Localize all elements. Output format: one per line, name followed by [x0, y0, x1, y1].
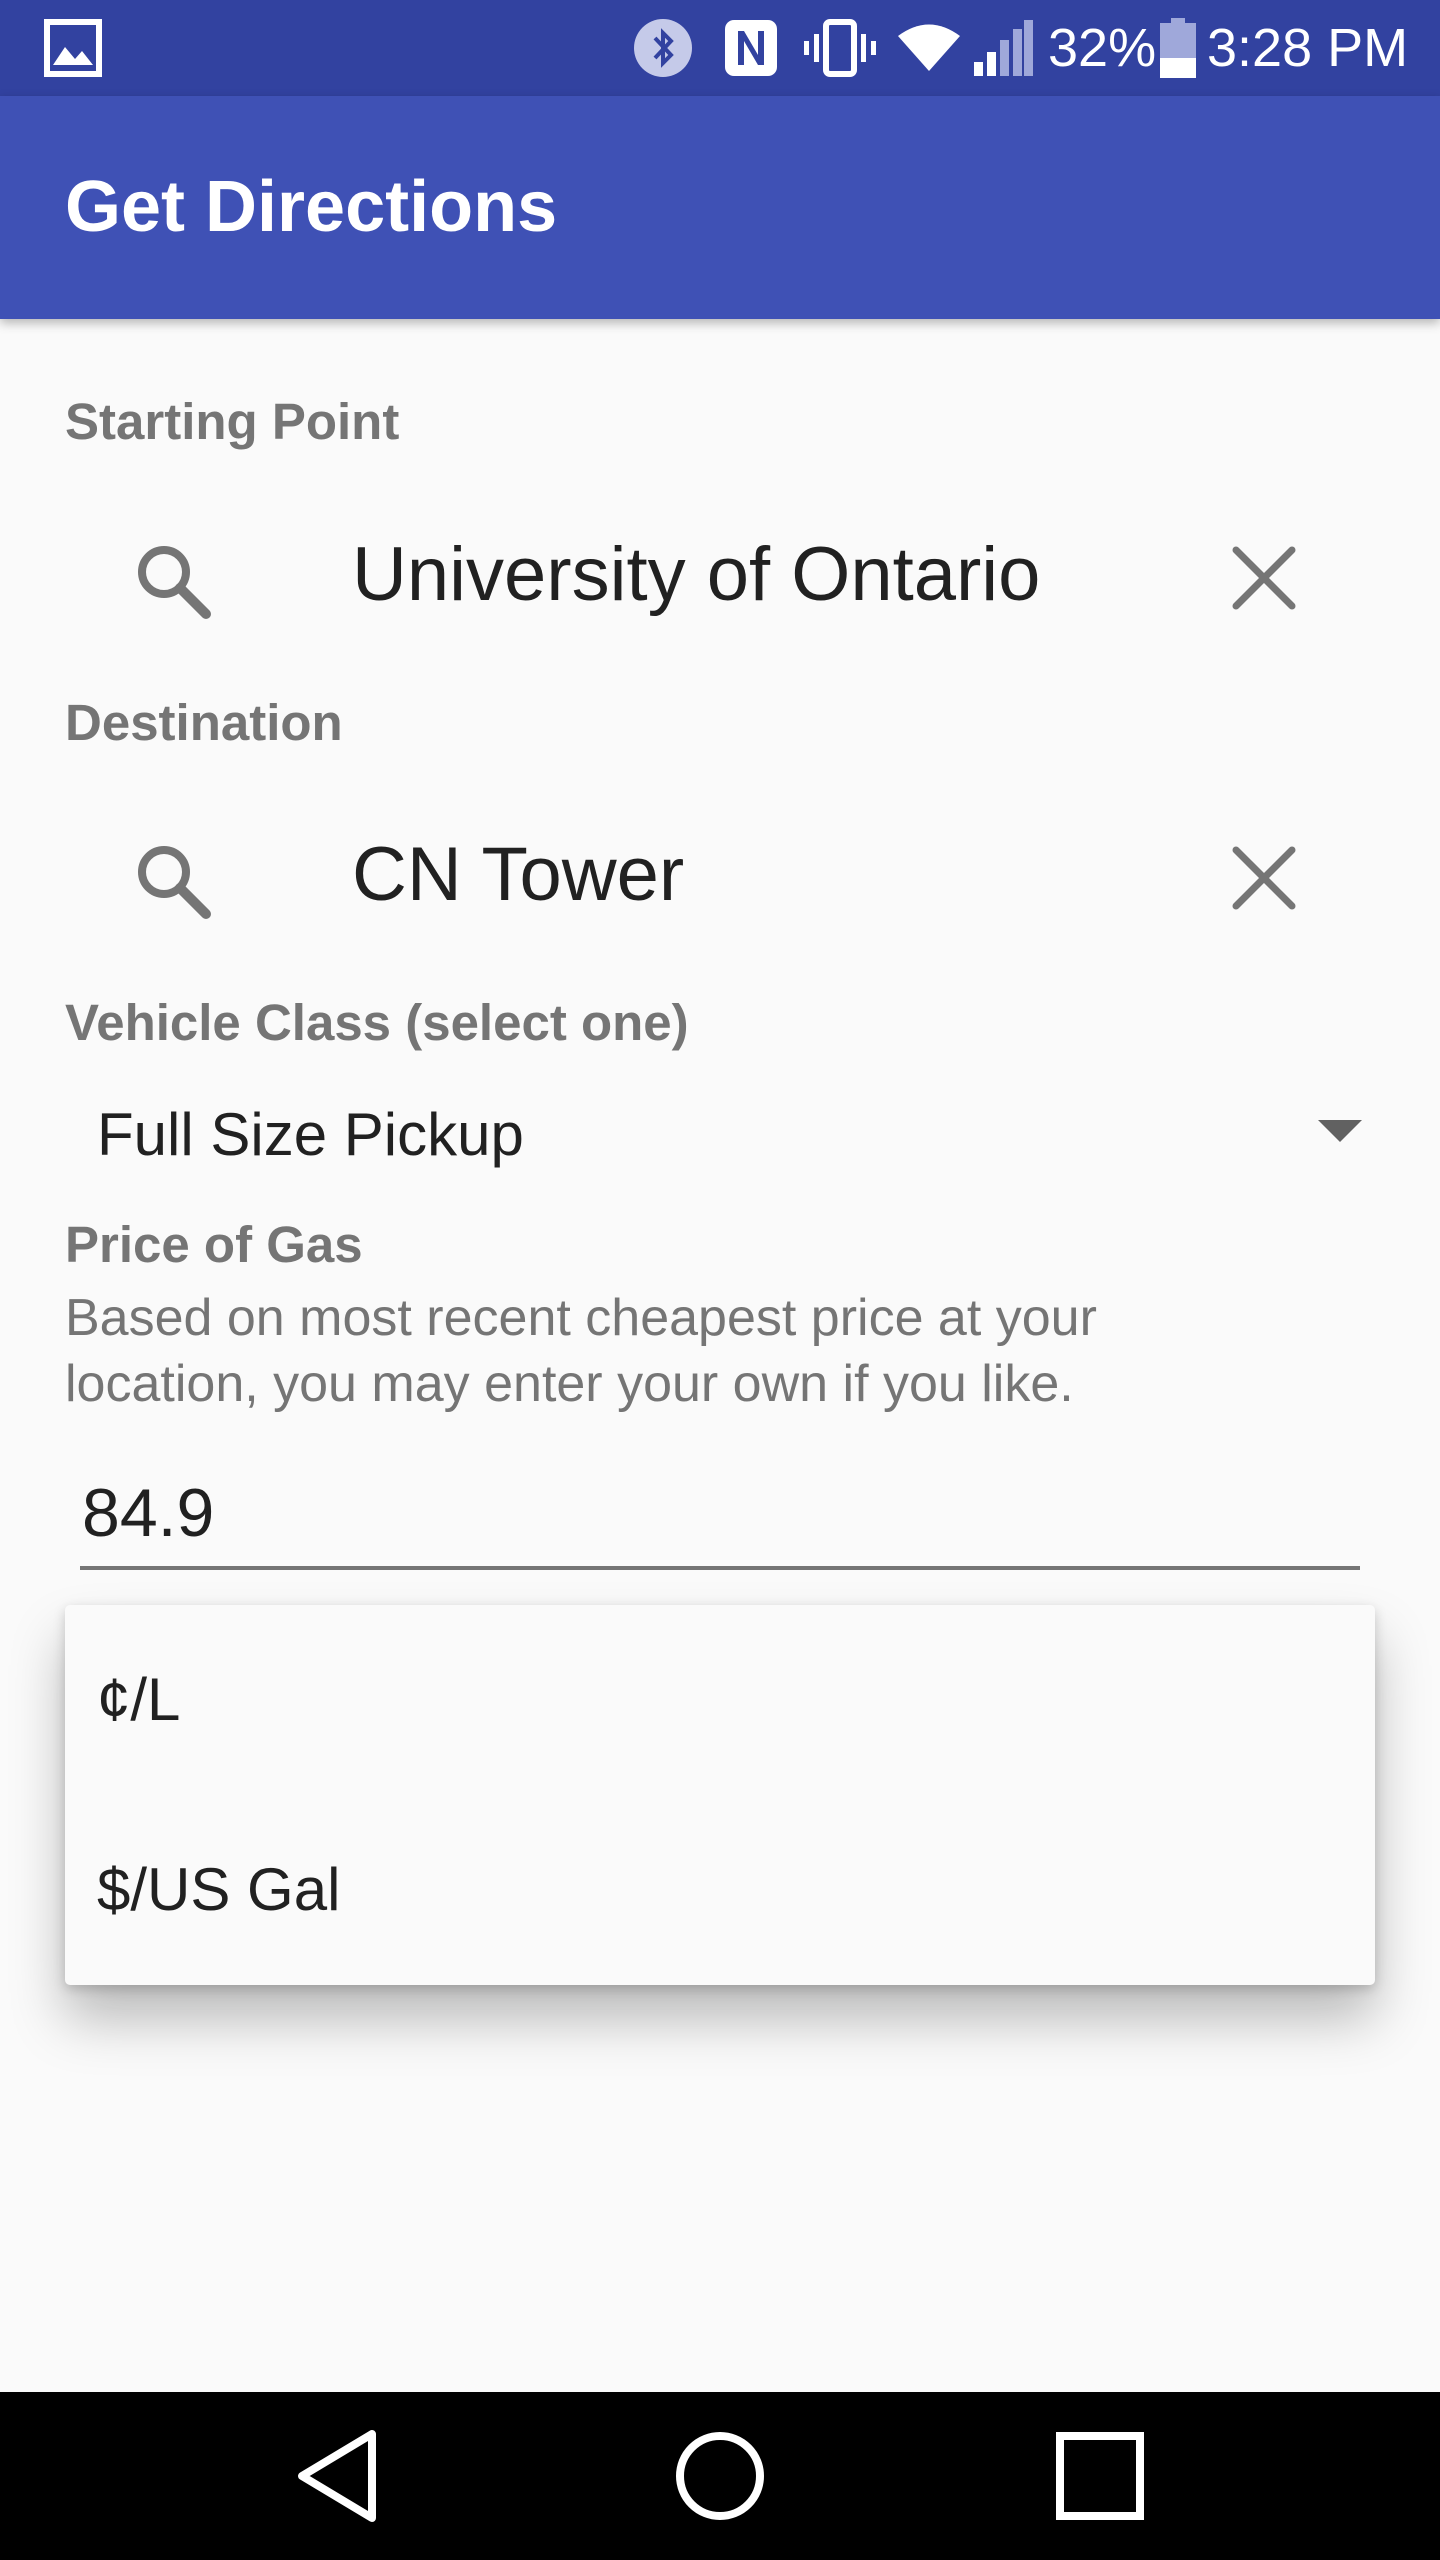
gas-price-help-text: Based on most recent cheapest price at y… — [65, 1289, 1097, 1413]
unit-option-cents-per-litre[interactable]: ¢/L — [65, 1605, 1375, 1795]
page-title: Get Directions — [65, 167, 558, 247]
starting-point-label: Starting Point — [65, 393, 400, 450]
unit-dropdown-menu: ¢/L $/US Gal — [65, 1605, 1375, 1985]
nfc-icon — [722, 0, 780, 96]
status-time: 3:28 PM — [1207, 18, 1409, 78]
recents-icon[interactable] — [1040, 2416, 1160, 2536]
close-icon[interactable] — [1222, 836, 1306, 920]
bluetooth-icon — [632, 0, 694, 96]
close-icon[interactable] — [1222, 536, 1306, 620]
home-icon[interactable] — [660, 2416, 780, 2536]
status-bar: 32% 3:28 PM — [0, 0, 1440, 96]
vehicle-class-value: Full Size Pickup — [97, 1101, 524, 1168]
navigation-bar — [0, 2392, 1440, 2560]
signal-icon — [972, 0, 1034, 96]
wifi-icon — [896, 0, 962, 96]
destination-search[interactable]: CN Tower — [0, 800, 1440, 950]
vehicle-class-label: Vehicle Class (select one) — [65, 994, 689, 1051]
battery-percent: 32% — [1048, 18, 1157, 78]
starting-point-input[interactable]: University of Ontario — [352, 500, 1040, 650]
search-icon — [138, 846, 211, 919]
gas-price-label: Price of Gas — [65, 1216, 363, 1273]
app-bar: Get Directions — [0, 96, 1440, 319]
vehicle-class-spinner[interactable]: Full Size Pickup — [65, 1080, 1365, 1190]
battery-icon — [1160, 0, 1196, 96]
gas-price-input[interactable] — [80, 1460, 1360, 1570]
back-icon[interactable] — [280, 2416, 400, 2536]
vibrate-icon — [802, 0, 878, 96]
dropdown-arrow-icon — [1318, 1120, 1362, 1142]
starting-point-search[interactable]: University of Ontario — [0, 500, 1440, 650]
destination-input[interactable]: CN Tower — [352, 800, 684, 950]
destination-label: Destination — [65, 694, 343, 751]
unit-option-dollars-per-us-gallon[interactable]: $/US Gal — [65, 1795, 1375, 1985]
search-icon — [138, 546, 211, 619]
gallery-icon — [44, 0, 102, 96]
